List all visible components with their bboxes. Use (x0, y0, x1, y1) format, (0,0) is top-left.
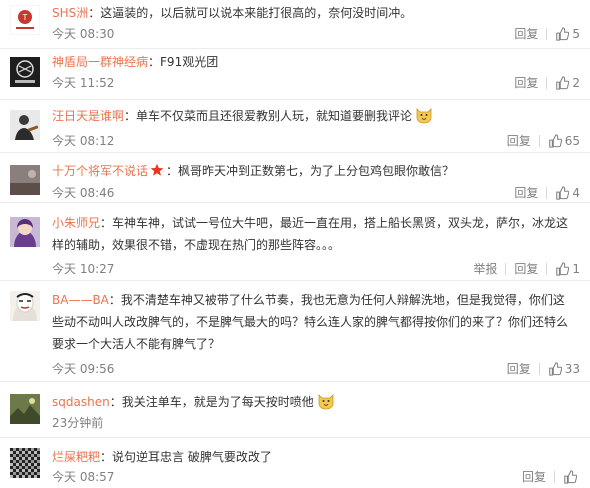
avatar[interactable] (10, 291, 40, 321)
avatar[interactable] (10, 57, 40, 87)
divider (546, 77, 548, 89)
like-button[interactable]: 1 (555, 259, 580, 279)
avatar[interactable] (10, 165, 40, 195)
divider (554, 471, 555, 483)
divider (538, 363, 540, 375)
comment-item: 神盾局一群神经病：F91观光团 今天 11:52 回复 2 (0, 49, 590, 99)
thumbs-up-icon (556, 262, 570, 276)
avatar[interactable] (10, 448, 40, 478)
comment-text: 小朱师兄：车神车神，试试一号位大牛吧，最近一直在用，搭上船长黑贤，双头龙，萨尔，… (52, 216, 569, 252)
comment-meta: 今天 08:57 回复 (52, 467, 580, 487)
svg-text:T: T (22, 13, 28, 22)
comment-content: 车神车神，试试一号位大牛吧，最近一直在用，搭上船长黑贤，双头龙，萨尔，冰龙这样的… (52, 216, 569, 252)
username-link[interactable]: 汪日天是谁啊 (52, 109, 124, 123)
comment-item: 汪日天是谁啊：单车不仅菜而且还很爱教别人玩，就知道要删我评论 今天 08:12 … (0, 100, 590, 152)
divider (538, 135, 540, 147)
like-count: 2 (572, 76, 580, 90)
reply-button[interactable]: 回复 (507, 131, 531, 151)
reply-button[interactable]: 回复 (514, 183, 538, 203)
like-count: 33 (564, 362, 580, 376)
username-link[interactable]: 神盾局一群神经病 (52, 55, 148, 69)
comment-content: 我不清楚车神又被带了什么节奏，我也无意为任何人辩解洗地，但是我觉得，你们这些动不… (52, 293, 569, 351)
comment-meta: 23分钟前 (52, 413, 580, 433)
username-link[interactable]: sqdashen (52, 395, 110, 409)
comment-item: BA——BA：我不清楚车神又被带了什么节奏，我也无意为任何人辩解洗地，但是我觉得… (0, 281, 590, 381)
comment-item: T SHS洲：这逼装的，以后就可以说本来能打很高的，奈何没时间冲。 今天 08:… (0, 0, 590, 48)
divider (546, 263, 548, 275)
comment-item: sqdashen：我关注单车，就是为了每天按时喷他 23分钟前 (0, 382, 590, 437)
like-button[interactable]: 33 (548, 359, 580, 379)
avatar[interactable] (10, 394, 40, 424)
timestamp: 23分钟前 (52, 416, 104, 430)
report-button[interactable]: 举报 (473, 259, 497, 279)
cat-emoji-icon (316, 391, 336, 411)
timestamp: 今天 08:57 (52, 470, 115, 484)
comment-content: 我关注单车，就是为了每天按时喷他 (121, 395, 314, 409)
username-link[interactable]: 小朱师兄 (52, 216, 100, 230)
like-button[interactable]: 65 (548, 131, 580, 151)
timestamp: 今天 08:30 (52, 27, 115, 41)
thumbs-up-icon (564, 470, 577, 484)
comment-meta: 今天 08:46 回复 4 (52, 183, 580, 203)
like-count: 5 (572, 27, 580, 41)
comment-text: SHS洲：这逼装的，以后就可以说本来能打很高的，奈何没时间冲。 (52, 6, 413, 20)
star-icon (150, 162, 164, 176)
comment-item: 小朱师兄：车神车神，试试一号位大牛吧，最近一直在用，搭上船长黑贤，双头龙，萨尔，… (0, 203, 590, 280)
like-count: 1 (572, 262, 580, 276)
comment-item: 十万个将军不说话 ：枫哥昨天冲到正数第七，为了上分包鸡包眼你敢信？ 今天 08:4… (0, 153, 590, 202)
divider (546, 28, 548, 40)
comment-meta: 今天 08:12 回复 65 (52, 131, 580, 151)
comment-meta: 今天 11:52 回复 2 (52, 73, 580, 93)
avatar[interactable] (10, 110, 40, 140)
comment-text: 烂屎粑粑：说句逆耳忠言 破脾气要改改了 (52, 450, 272, 464)
divider (546, 187, 548, 199)
comment-item: 烂屎粑粑：说句逆耳忠言 破脾气要改改了 今天 08:57 回复 (0, 438, 590, 488)
comment-text: 神盾局一群神经病：F91观光团 (52, 55, 219, 69)
reply-button[interactable]: 回复 (522, 467, 546, 487)
username-link[interactable]: BA——BA (52, 293, 109, 307)
reply-button[interactable]: 回复 (514, 259, 538, 279)
divider (505, 263, 507, 275)
thumbs-up-icon (556, 76, 570, 90)
reply-button[interactable]: 回复 (514, 24, 538, 44)
comment-content: F91观光团 (160, 55, 219, 69)
timestamp: 今天 09:56 (52, 362, 115, 376)
timestamp: 今天 08:12 (52, 134, 115, 148)
comment-content: 枫哥昨天冲到正数第七，为了上分包鸡包眼你敢信？ (178, 164, 455, 178)
comment-meta: 今天 08:30 回复 5 (52, 24, 580, 44)
timestamp: 今天 11:52 (52, 76, 115, 90)
timestamp: 今天 10:27 (52, 262, 115, 276)
comment-text: 十万个将军不说话 ：枫哥昨天冲到正数第七，为了上分包鸡包眼你敢信？ (52, 162, 455, 178)
like-button[interactable]: 2 (555, 73, 580, 93)
thumbs-up-icon (548, 134, 562, 148)
comment-meta: 今天 10:27 举报 回复 1 (52, 259, 580, 279)
comment-text: 汪日天是谁啊：单车不仅菜而且还很爱教别人玩，就知道要删我评论 (52, 105, 576, 127)
avatar[interactable] (10, 217, 40, 247)
thumbs-up-icon (548, 362, 562, 376)
like-button[interactable]: 5 (555, 24, 580, 44)
like-button[interactable]: 4 (555, 183, 580, 203)
like-button[interactable] (563, 470, 580, 484)
avatar[interactable]: T (10, 5, 40, 35)
thumbs-up-icon (556, 186, 570, 200)
comment-list: T SHS洲：这逼装的，以后就可以说本来能打很高的，奈何没时间冲。 今天 08:… (0, 0, 590, 488)
comment-meta: 今天 09:56 回复 33 (52, 359, 580, 379)
comment-content: 单车不仅菜而且还很爱教别人玩，就知道要删我评论 (136, 109, 413, 123)
username-link[interactable]: SHS洲 (52, 6, 88, 20)
like-count: 4 (572, 186, 580, 200)
like-count: 65 (564, 134, 580, 148)
thumbs-up-icon (556, 27, 570, 41)
reply-button[interactable]: 回复 (507, 359, 531, 379)
username-link[interactable]: 烂屎粑粑 (52, 450, 100, 464)
comment-content: 这逼装的，以后就可以说本来能打很高的，奈何没时间冲。 (100, 6, 413, 20)
comment-content: 说句逆耳忠言 破脾气要改改了 (112, 450, 272, 464)
comment-text: sqdashen：我关注单车，就是为了每天按时喷他 (52, 391, 576, 413)
username-link[interactable]: 十万个将军不说话 (52, 164, 148, 178)
reply-button[interactable]: 回复 (514, 73, 538, 93)
comment-text: BA——BA：我不清楚车神又被带了什么节奏，我也无意为任何人辩解洗地，但是我觉得… (52, 293, 569, 351)
cat-emoji-icon (414, 105, 434, 125)
timestamp: 今天 08:46 (52, 186, 115, 200)
